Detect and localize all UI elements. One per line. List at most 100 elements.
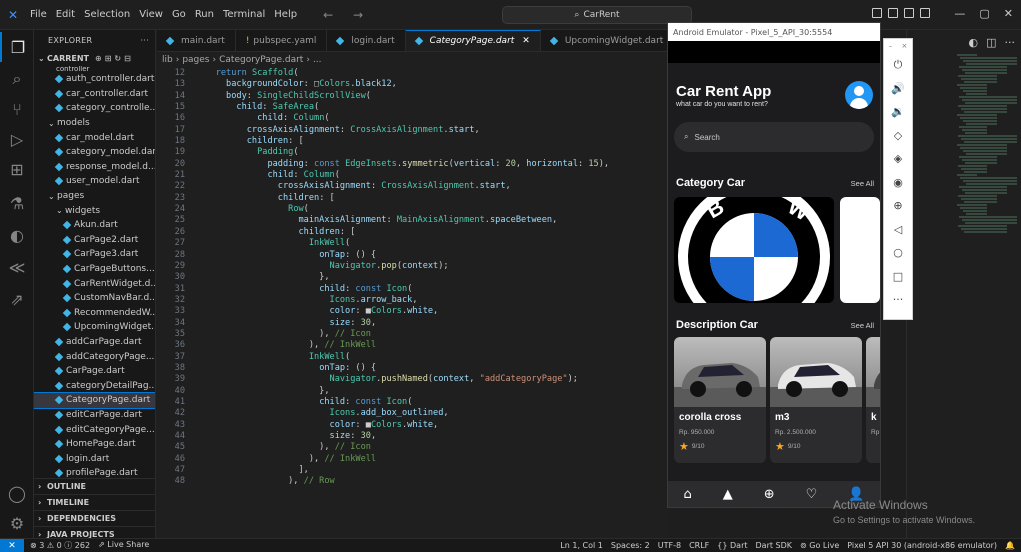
- code-line[interactable]: 29 Navigator.pop(context);: [157, 261, 667, 272]
- code-line[interactable]: 32 Icons.arrow_back,: [157, 295, 667, 306]
- account-icon[interactable]: ◯: [0, 478, 34, 508]
- code-line[interactable]: 38 onTap: () {: [157, 363, 667, 374]
- overview-icon[interactable]: □: [884, 265, 912, 289]
- tree-file[interactable]: CarPageButtons....: [34, 262, 155, 277]
- tree-file[interactable]: CustomNavBar.d...: [34, 291, 155, 306]
- code-line[interactable]: 27 InkWell(: [157, 238, 667, 249]
- settings-gear-icon[interactable]: ⚙: [0, 508, 34, 538]
- code-line[interactable]: 37 InkWell(: [157, 352, 667, 363]
- minimap[interactable]: [957, 54, 1017, 254]
- tree-file[interactable]: car_controller.dart: [34, 87, 155, 102]
- editor-tab[interactable]: login.dart: [327, 30, 406, 51]
- dart-sdk[interactable]: Dart SDK: [756, 541, 793, 550]
- end-of-line[interactable]: CRLF: [689, 541, 709, 550]
- code-line[interactable]: 23 children: [: [157, 193, 667, 204]
- home-icon[interactable]: ⌂: [683, 487, 691, 502]
- extensions-icon[interactable]: ⊞: [0, 154, 34, 184]
- code-line[interactable]: 43 color: ■Colors.white,: [157, 420, 667, 431]
- editor-tab[interactable]: CategoryPage.dart ✕: [405, 30, 541, 51]
- command-center[interactable]: ⌕ CarRent: [502, 6, 692, 24]
- editor-tab[interactable]: UpcomingWidget.dart: [541, 30, 675, 51]
- tree-file[interactable]: category_controlle...: [34, 101, 155, 116]
- encoding[interactable]: UTF-8: [658, 541, 681, 550]
- section-java-projects[interactable]: › JAVA PROJECTS: [34, 526, 155, 538]
- breadcrumb-item[interactable]: ...: [313, 55, 322, 65]
- toggle-secondary-sidebar-icon[interactable]: [904, 8, 914, 18]
- remote-indicator-icon[interactable]: ✕: [0, 538, 24, 552]
- code-line[interactable]: 22 crossAxisAlignment: CrossAxisAlignmen…: [157, 181, 667, 192]
- tree-file[interactable]: addCategoryPage....: [34, 349, 155, 364]
- minimize-icon[interactable]: –: [889, 42, 893, 50]
- close-icon[interactable]: ×: [901, 42, 907, 50]
- avatar[interactable]: [845, 81, 873, 109]
- car-card[interactable]: m3 Rp. 2.500.000 ★ 9/10: [770, 337, 862, 463]
- go-live-button[interactable]: ⊚ Go Live: [800, 541, 839, 550]
- tree-file[interactable]: CarPage.dart: [34, 364, 155, 379]
- category-see-all-link[interactable]: See All: [851, 179, 874, 188]
- code-line[interactable]: 30 },: [157, 272, 667, 283]
- notifications-bell-icon[interactable]: 🔔: [1005, 541, 1015, 550]
- section-outline[interactable]: › OUTLINE: [34, 478, 155, 494]
- customize-layout-icon[interactable]: [920, 8, 930, 18]
- close-button[interactable]: ✕: [1004, 7, 1013, 20]
- more-actions-icon[interactable]: ···: [1005, 36, 1016, 49]
- live-share-icon[interactable]: ⇗: [0, 284, 34, 314]
- run-debug-icon[interactable]: ▷: [0, 124, 34, 154]
- remote-icon[interactable]: ≪: [0, 252, 34, 282]
- problems-indicator[interactable]: ⊗ 3 ⚠ 0 ⓘ 262: [30, 540, 90, 551]
- tree-file[interactable]: editCategoryPage....: [34, 422, 155, 437]
- code-line[interactable]: 24 Row(: [157, 204, 667, 215]
- code-line[interactable]: 47 ],: [157, 465, 667, 476]
- tree-file[interactable]: CarPage2.dart: [34, 233, 155, 248]
- section-dependencies[interactable]: › DEPENDENCIES: [34, 510, 155, 526]
- menu-item-go[interactable]: Go: [172, 9, 186, 20]
- code-line[interactable]: 17 crossAxisAlignment: CrossAxisAlignmen…: [157, 125, 667, 136]
- code-line[interactable]: 42 Icons.add_box_outlined,: [157, 408, 667, 419]
- editor-tab[interactable]: ! pubspec.yaml: [236, 30, 328, 51]
- tree-file[interactable]: CategoryPage.dart: [34, 392, 155, 409]
- tree-folder[interactable]: ⌄ widgets: [34, 203, 155, 218]
- rotate-right-icon[interactable]: ◈: [884, 147, 912, 171]
- code-line[interactable]: 21 child: Column(: [157, 170, 667, 181]
- code-line[interactable]: 39 Navigator.pushNamed(context, "addCate…: [157, 374, 667, 385]
- cursor-position[interactable]: Ln 1, Col 1: [560, 541, 603, 550]
- menu-item-view[interactable]: View: [139, 9, 163, 20]
- code-line[interactable]: 18 children: [: [157, 136, 667, 147]
- split-editor-icon[interactable]: ◫: [986, 36, 996, 49]
- tree-file[interactable]: addCarPage.dart: [34, 335, 155, 350]
- code-line[interactable]: 16 child: Column(: [157, 113, 667, 124]
- rotate-left-icon[interactable]: ◇: [884, 124, 912, 148]
- explorer-actions-icon[interactable]: ⊕⊞↻⊟: [95, 54, 134, 63]
- tree-folder[interactable]: ⌄ models: [34, 116, 155, 131]
- code-line[interactable]: 20 padding: const EdgeInsets.symmetric(v…: [157, 159, 667, 170]
- source-control-icon[interactable]: ⑂: [0, 94, 34, 124]
- menu-item-selection[interactable]: Selection: [84, 9, 130, 20]
- toggle-sidebar-icon[interactable]: [872, 8, 882, 18]
- code-line[interactable]: 35 ), // Icon: [157, 329, 667, 340]
- minimize-button[interactable]: —: [954, 7, 965, 20]
- testing-icon[interactable]: ⚗: [0, 188, 34, 218]
- explorer-icon[interactable]: ❐: [0, 32, 34, 62]
- code-line[interactable]: 28 onTap: () {: [157, 250, 667, 261]
- tree-file[interactable]: CarPage3.dart: [34, 247, 155, 262]
- tree-file[interactable]: user_model.dart: [34, 174, 155, 189]
- menu-item-edit[interactable]: Edit: [56, 9, 75, 20]
- tree-file[interactable]: response_model.d...: [34, 160, 155, 175]
- home-icon[interactable]: ○: [884, 241, 912, 265]
- zoom-icon[interactable]: ⊕: [884, 194, 912, 218]
- breadcrumb-item[interactable]: lib: [162, 55, 173, 65]
- tree-file[interactable]: categoryDetailPag...: [34, 378, 155, 393]
- power-icon[interactable]: ⏻: [884, 53, 912, 77]
- explorer-more-icon[interactable]: ···: [140, 36, 149, 45]
- code-line[interactable]: 45 ), // Icon: [157, 442, 667, 453]
- breadcrumb-item[interactable]: pages: [182, 55, 209, 65]
- tree-file[interactable]: category_model.dart: [34, 145, 155, 160]
- code-line[interactable]: 15 child: SafeArea(: [157, 102, 667, 113]
- code-line[interactable]: 48 ), // Row: [157, 476, 667, 487]
- tree-folder[interactable]: ⌄ pages: [34, 189, 155, 204]
- code-line[interactable]: 33 color: ■Colors.white,: [157, 306, 667, 317]
- category-icon[interactable]: ▲: [723, 487, 733, 502]
- tree-file[interactable]: Akun.dart: [34, 218, 155, 233]
- category-card-next[interactable]: [840, 197, 880, 303]
- toggle-panel-icon[interactable]: [888, 8, 898, 18]
